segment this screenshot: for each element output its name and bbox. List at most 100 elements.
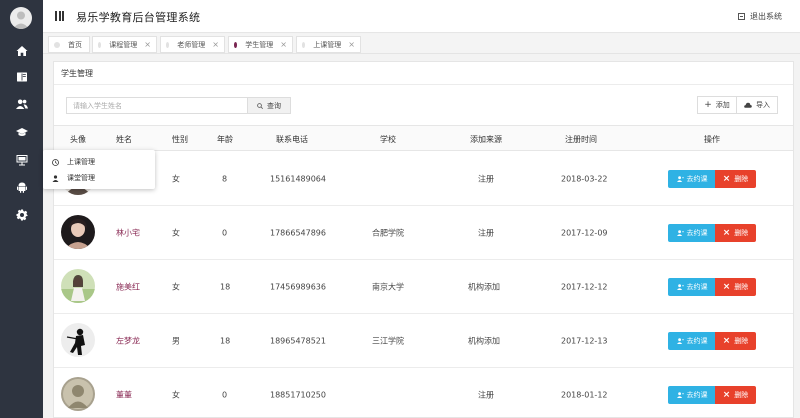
- book-class-button[interactable]: 去约课: [668, 223, 716, 242]
- student-name[interactable]: 施美红: [116, 281, 140, 292]
- add-label: 添加: [715, 101, 730, 109]
- android-icon[interactable]: [0, 175, 43, 199]
- student-name[interactable]: 林小宅: [116, 227, 140, 238]
- delete-label: 删除: [734, 174, 749, 183]
- student-photo: [61, 269, 95, 303]
- student-gender: 男: [172, 336, 180, 345]
- table-row[interactable]: 施美红 女 18 17456989636 南京大学 机构添加 2017-12-1…: [54, 260, 793, 314]
- close-icon: ×: [722, 335, 731, 346]
- app-title: 易乐学教育后台管理系统: [76, 11, 201, 24]
- student-school: 三江学院: [372, 336, 404, 345]
- user-plus-icon: [676, 229, 684, 236]
- student-reg-date: 2018-03-22: [561, 174, 608, 183]
- table-row[interactable]: 女 8 15161489064 注册 2018-03-22 去约课 × 删除: [54, 152, 793, 206]
- student-photo: [61, 377, 95, 411]
- student-phone: 18851710250: [270, 390, 326, 399]
- delete-label: 删除: [734, 390, 749, 399]
- flyout-item-classroom-management[interactable]: 课堂管理: [52, 171, 95, 185]
- student-source: 注册: [478, 174, 494, 183]
- tab-label: 首页: [68, 40, 82, 49]
- home-icon[interactable]: [0, 39, 43, 63]
- tab-label: 老师管理: [177, 40, 206, 49]
- delete-label: 删除: [734, 282, 749, 291]
- users-icon[interactable]: [0, 92, 43, 116]
- student-phone: 17866547896: [270, 228, 326, 237]
- import-button[interactable]: 导入: [736, 96, 778, 114]
- student-age: 8: [222, 174, 228, 183]
- close-icon[interactable]: ×: [212, 40, 219, 49]
- close-icon[interactable]: ×: [280, 40, 287, 49]
- table-row[interactable]: 左梦龙 男 18 18965478521 三江学院 机构添加 2017-12-1…: [54, 314, 793, 368]
- delete-button[interactable]: × 删除: [715, 169, 756, 188]
- book-class-button[interactable]: 去约课: [668, 169, 716, 188]
- tab-dot-icon: [54, 41, 60, 48]
- student-name[interactable]: 左梦龙: [116, 335, 140, 346]
- tab-class[interactable]: 上课管理 ×: [296, 36, 361, 53]
- sidebar-flyout-menu: 上课管理 课堂管理: [43, 150, 155, 189]
- gear-icon[interactable]: [0, 203, 43, 227]
- student-age: 0: [222, 390, 228, 399]
- graduation-cap-icon[interactable]: [0, 120, 43, 144]
- close-icon: ×: [722, 173, 731, 184]
- delete-button[interactable]: × 删除: [715, 223, 756, 242]
- logout-label: 退出系统: [750, 12, 782, 21]
- student-reg-date: 2017-12-09: [561, 228, 608, 237]
- menu-toggle-icon[interactable]: [55, 11, 64, 21]
- search-icon: [257, 102, 263, 109]
- close-icon: ×: [722, 227, 731, 238]
- flyout-item-class-management[interactable]: 上课管理: [52, 155, 95, 169]
- column-header: 姓名: [116, 135, 132, 144]
- delete-label: 删除: [734, 228, 749, 237]
- add-button[interactable]: + 添加: [697, 96, 737, 114]
- search-button[interactable]: 查询: [247, 97, 291, 114]
- clock-icon: [52, 158, 59, 166]
- tab-teacher[interactable]: 老师管理 ×: [160, 36, 225, 53]
- table-row[interactable]: 林小宅 女 0 17866547896 合肥学院 注册 2017-12-09 去…: [54, 206, 793, 260]
- close-icon[interactable]: ×: [348, 40, 355, 49]
- column-header: 学校: [380, 135, 396, 144]
- flyout-item-label: 上课管理: [67, 158, 95, 166]
- tab-dot-icon: [166, 41, 170, 48]
- book-icon[interactable]: [0, 65, 43, 89]
- book-class-label: 去约课: [686, 390, 708, 399]
- tab-label: 上课管理: [313, 40, 342, 49]
- tab-course[interactable]: 课程管理 ×: [92, 36, 157, 53]
- user-plus-icon: [676, 337, 684, 344]
- book-class-label: 去约课: [686, 336, 708, 345]
- book-class-button[interactable]: 去约课: [668, 277, 716, 296]
- book-class-button[interactable]: 去约课: [668, 331, 716, 350]
- delete-button[interactable]: × 删除: [715, 331, 756, 350]
- book-class-button[interactable]: 去约课: [668, 385, 716, 404]
- delete-label: 删除: [734, 336, 749, 345]
- student-photo: [61, 215, 95, 249]
- tab-dot-icon: [302, 41, 306, 48]
- student-gender: 女: [172, 390, 180, 399]
- table-row[interactable]: 董董 女 0 18851710250 注册 2018-01-12 去约课 × 删…: [54, 368, 793, 418]
- student-name[interactable]: 董董: [116, 389, 132, 400]
- sidebar: [0, 0, 43, 418]
- book-class-label: 去约课: [686, 228, 708, 237]
- tab-home[interactable]: 首页: [48, 36, 90, 53]
- student-reg-date: 2017-12-13: [561, 336, 608, 345]
- student-source: 注册: [478, 390, 494, 399]
- delete-button[interactable]: × 删除: [715, 385, 756, 404]
- tab-dot-icon: [234, 41, 238, 48]
- plus-icon: +: [704, 100, 712, 110]
- panel-title: 学生管理: [54, 62, 793, 85]
- delete-button[interactable]: × 删除: [715, 277, 756, 296]
- close-icon[interactable]: ×: [144, 40, 151, 49]
- presentation-icon[interactable]: [0, 148, 43, 172]
- logout-button[interactable]: 退出系统: [738, 11, 782, 22]
- tab-student[interactable]: 学生管理 ×: [228, 36, 293, 53]
- avatar[interactable]: [10, 7, 32, 29]
- student-age: 0: [222, 228, 228, 237]
- column-header: 联系电话: [276, 135, 308, 144]
- search-input[interactable]: 请输入学生姓名: [66, 97, 248, 114]
- student-source: 机构添加: [468, 282, 500, 291]
- column-header: 性别: [172, 135, 188, 144]
- tabs-bar: 首页 课程管理 × 老师管理 × 学生管理 × 上课管理 ×: [43, 34, 800, 54]
- close-icon: ×: [722, 389, 731, 400]
- close-icon: ×: [722, 281, 731, 292]
- student-photo: [61, 323, 95, 357]
- column-header: 年龄: [217, 135, 233, 144]
